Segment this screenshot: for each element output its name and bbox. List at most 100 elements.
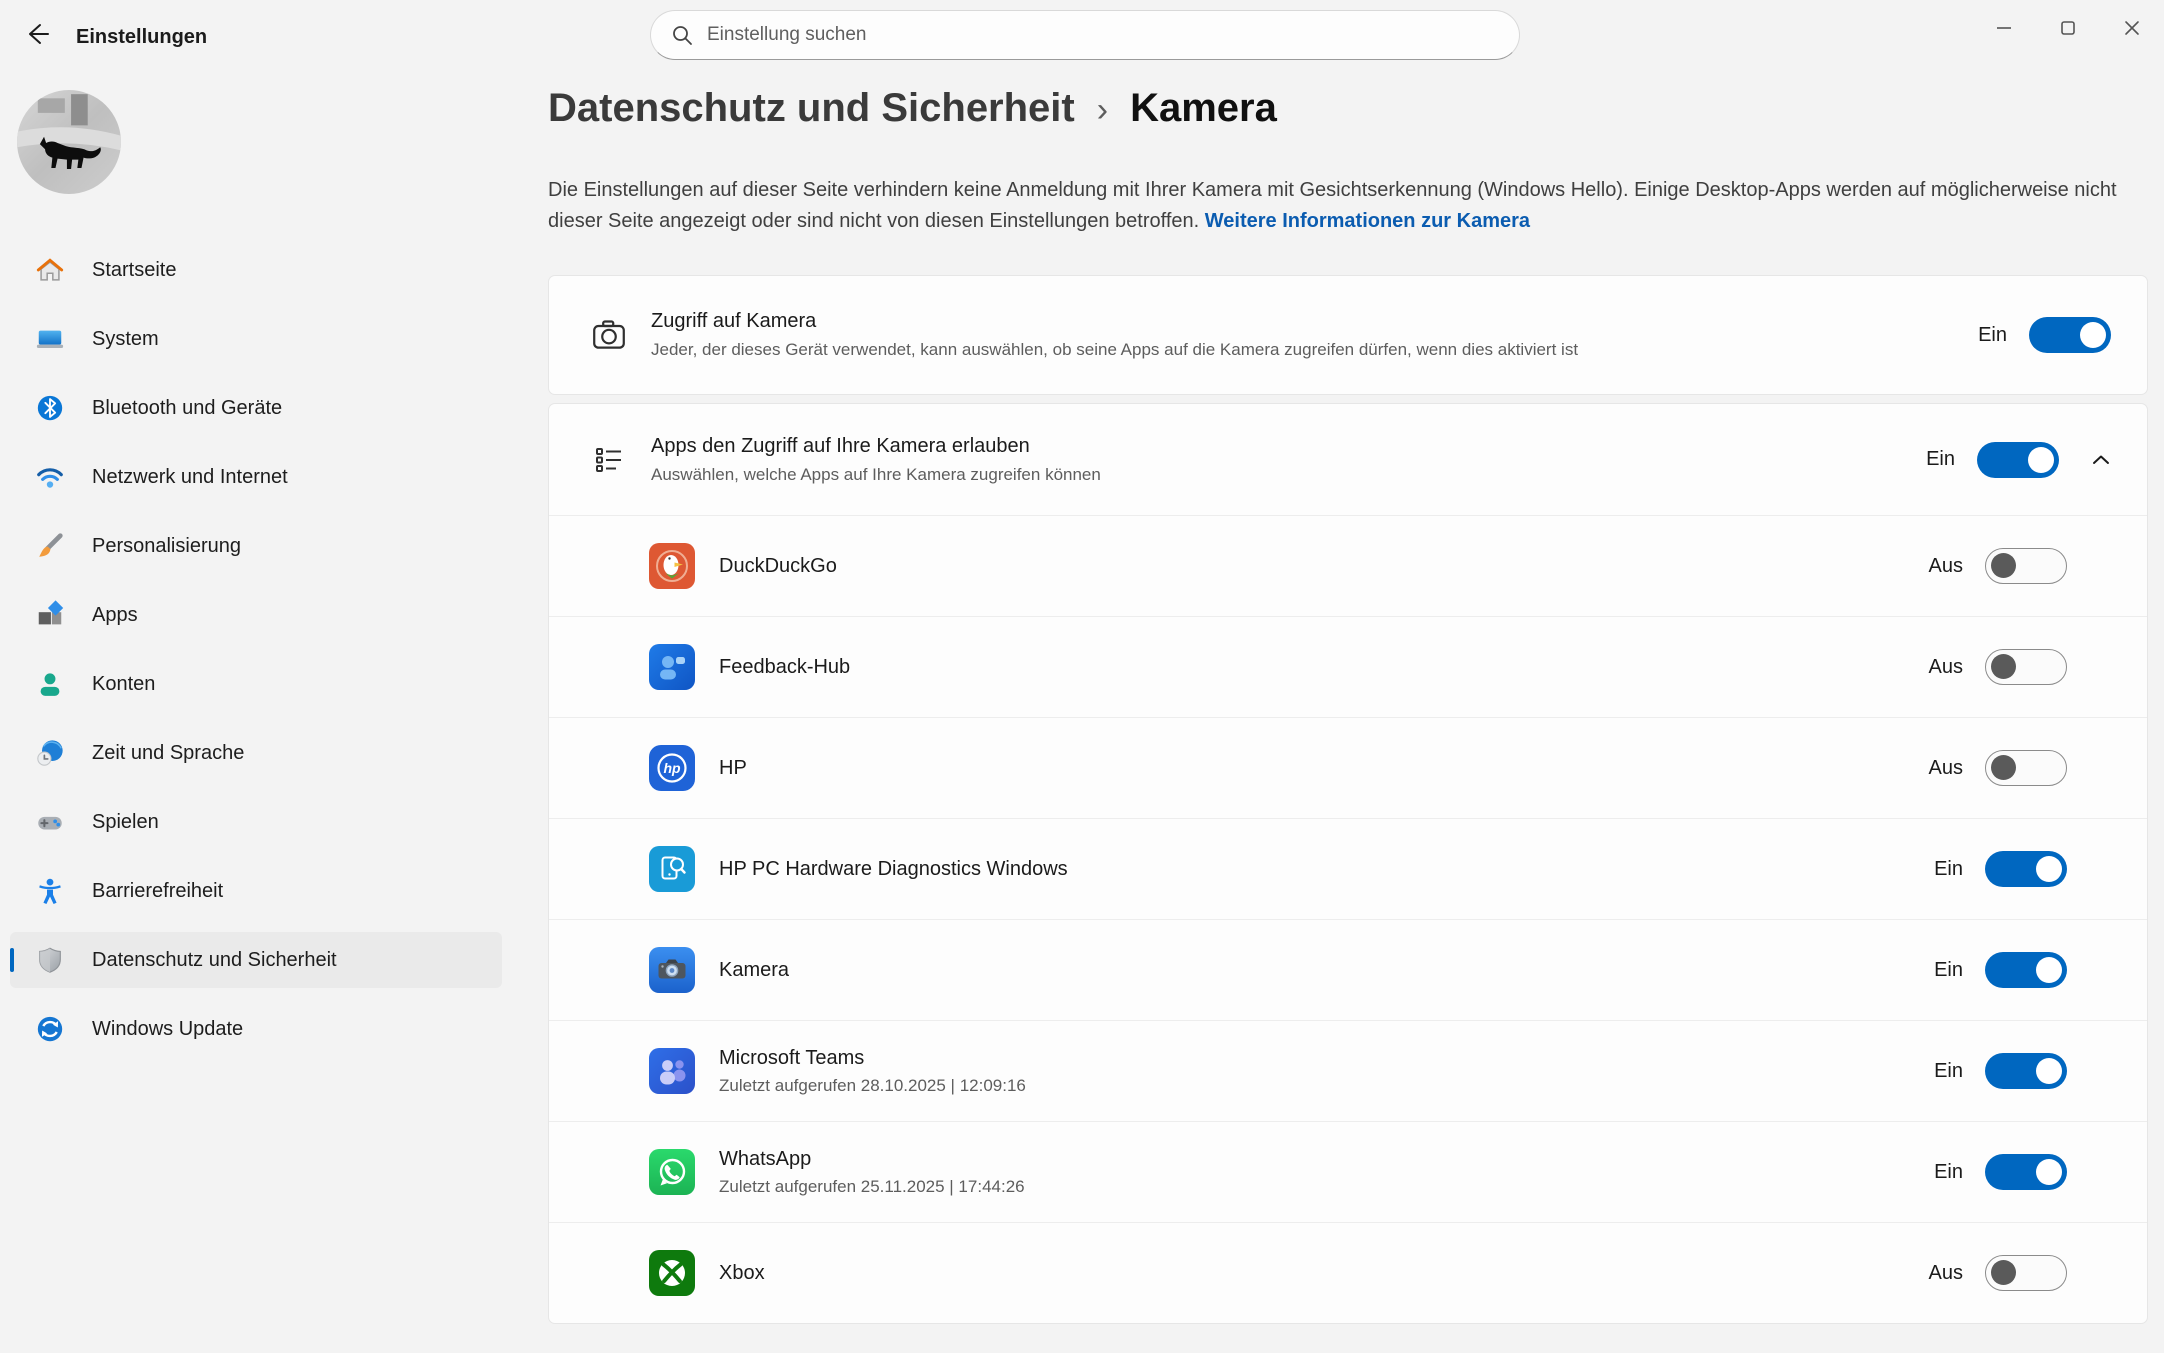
app-access-text: Apps den Zugriff auf Ihre Kamera erlaube… (651, 435, 1926, 485)
settings-search-box[interactable] (650, 10, 1520, 60)
sidebar-item-label: Apps (92, 604, 138, 627)
minimize-icon (1996, 20, 2012, 36)
teams-icon (649, 1048, 695, 1094)
duckduckgo-toggle[interactable] (1985, 548, 2067, 584)
title-bar: Einstellungen (0, 0, 2164, 72)
sidebar-item-barrierefreiheit[interactable]: Barrierefreiheit (10, 863, 502, 919)
app-name: Kamera (719, 959, 1934, 982)
sidebar-item-label: Zeit und Sprache (92, 742, 244, 765)
hp-diagnostics-toggle[interactable] (1985, 851, 2067, 887)
whatsapp-toggle[interactable] (1985, 1154, 2067, 1190)
app-row-hp-diagnostics: HP PC Hardware Diagnostics Windows Ein (549, 818, 2147, 919)
app-state-label: Aus (1929, 656, 1963, 679)
sidebar-item-spielen[interactable]: Spielen (10, 794, 502, 850)
app-name: Microsoft Teams (719, 1047, 1934, 1070)
app-name: Xbox (719, 1262, 1929, 1285)
app-state-label: Ein (1934, 1161, 1963, 1184)
breadcrumb-separator-icon: › (1097, 87, 1108, 130)
feedback-hub-toggle[interactable] (1985, 649, 2067, 685)
hp-toggle[interactable] (1985, 750, 2067, 786)
windows-update-icon (34, 1013, 66, 1045)
accessibility-icon (34, 875, 66, 907)
camera-access-state-label: Ein (1978, 324, 2007, 347)
setting-subtitle: Auswählen, welche Apps auf Ihre Kamera z… (651, 465, 1926, 485)
personalization-brush-icon (34, 530, 66, 562)
privacy-shield-icon (34, 944, 66, 976)
window-controls (1972, 0, 2164, 56)
sidebar-item-label: Netzwerk und Internet (92, 466, 288, 489)
app-state-label: Ein (1934, 959, 1963, 982)
sidebar-item-zeit-sprache[interactable]: Zeit und Sprache (10, 725, 502, 781)
gaming-controller-icon (34, 806, 66, 838)
maximize-button[interactable] (2036, 0, 2100, 56)
svg-text:hp: hp (663, 760, 681, 776)
kamera-toggle[interactable] (1985, 952, 2067, 988)
setting-title: Zugriff auf Kamera (651, 310, 1978, 333)
sidebar-item-netzwerk[interactable]: Netzwerk und Internet (10, 449, 502, 505)
xbox-icon (649, 1250, 695, 1296)
sidebar-item-konten[interactable]: Konten (10, 656, 502, 712)
breadcrumb-parent[interactable]: Datenschutz und Sicherheit (548, 86, 1075, 131)
setting-subtitle: Jeder, der dieses Gerät verwendet, kann … (651, 340, 1978, 360)
app-access-state-label: Ein (1926, 448, 1955, 471)
sidebar-nav: Startseite System Bluetooth und Geräte N… (10, 242, 502, 1070)
app-state-label: Aus (1929, 1262, 1963, 1285)
sidebar-item-system[interactable]: System (10, 311, 502, 367)
sidebar-item-datenschutz[interactable]: Datenschutz und Sicherheit (10, 932, 502, 988)
app-state-label: Ein (1934, 1060, 1963, 1083)
sidebar-item-label: Bluetooth und Geräte (92, 397, 282, 420)
back-button[interactable] (14, 14, 60, 56)
app-last-access: Zuletzt aufgerufen 25.11.2025 | 17:44:26 (719, 1177, 1934, 1197)
user-avatar (17, 90, 121, 194)
camera-access-row: Zugriff auf Kamera Jeder, der dieses Ger… (549, 276, 2147, 394)
app-name: WhatsApp (719, 1148, 1934, 1171)
page-title: Kamera (1130, 86, 1277, 131)
sidebar-item-label: Barrierefreiheit (92, 880, 223, 903)
chevron-up-icon (2089, 448, 2113, 472)
close-button[interactable] (2100, 0, 2164, 56)
collapse-button[interactable] (2081, 440, 2121, 480)
app-name: Feedback-Hub (719, 656, 1929, 679)
maximize-icon (2060, 20, 2076, 36)
main-content: Datenschutz und Sicherheit › Kamera Die … (548, 80, 2148, 1324)
sidebar-item-personalisierung[interactable]: Personalisierung (10, 518, 502, 574)
teams-toggle[interactable] (1985, 1053, 2067, 1089)
system-icon (34, 323, 66, 355)
sidebar-item-startseite[interactable]: Startseite (10, 242, 502, 298)
camera-outline-icon (589, 315, 629, 355)
sidebar-item-bluetooth[interactable]: Bluetooth und Geräte (10, 380, 502, 436)
camera-access-text: Zugriff auf Kamera Jeder, der dieses Ger… (651, 310, 1978, 360)
app-row-whatsapp: WhatsApp Zuletzt aufgerufen 25.11.2025 |… (549, 1121, 2147, 1222)
app-state-label: Aus (1929, 555, 1963, 578)
sidebar-item-windows-update[interactable]: Windows Update (10, 1001, 502, 1057)
camera-access-card: Zugriff auf Kamera Jeder, der dieses Ger… (548, 275, 2148, 395)
app-access-header-row: Apps den Zugriff auf Ihre Kamera erlaube… (549, 404, 2147, 515)
camera-app-icon (649, 947, 695, 993)
search-input[interactable] (707, 24, 1499, 46)
page-description: Die Einstellungen auf dieser Seite verhi… (548, 175, 2148, 237)
camera-access-toggle[interactable] (2029, 317, 2111, 353)
breadcrumb: Datenschutz und Sicherheit › Kamera (548, 86, 2148, 131)
app-name: DuckDuckGo (719, 555, 1929, 578)
hp-diagnostics-icon (649, 846, 695, 892)
sidebar-item-label: Spielen (92, 811, 159, 834)
network-wifi-icon (34, 461, 66, 493)
app-last-access: Zuletzt aufgerufen 28.10.2025 | 12:09:16 (719, 1076, 1934, 1096)
minimize-button[interactable] (1972, 0, 2036, 56)
app-row-hp: hp HP Aus (549, 717, 2147, 818)
xbox-toggle[interactable] (1985, 1255, 2067, 1291)
app-row-microsoft-teams: Microsoft Teams Zuletzt aufgerufen 28.10… (549, 1020, 2147, 1121)
more-info-link[interactable]: Weitere Informationen zur Kamera (1205, 210, 1530, 232)
sidebar-item-apps[interactable]: Apps (10, 587, 502, 643)
app-title: Einstellungen (76, 26, 207, 49)
app-access-toggle[interactable] (1977, 442, 2059, 478)
whatsapp-icon (649, 1149, 695, 1195)
bluetooth-icon (34, 392, 66, 424)
apps-icon (34, 599, 66, 631)
app-list-icon (589, 440, 629, 480)
time-language-icon (34, 737, 66, 769)
app-name: HP PC Hardware Diagnostics Windows (719, 858, 1934, 881)
search-icon (671, 24, 693, 46)
app-access-card: Apps den Zugriff auf Ihre Kamera erlaube… (548, 403, 2148, 1324)
sidebar-item-label: Datenschutz und Sicherheit (92, 949, 337, 972)
